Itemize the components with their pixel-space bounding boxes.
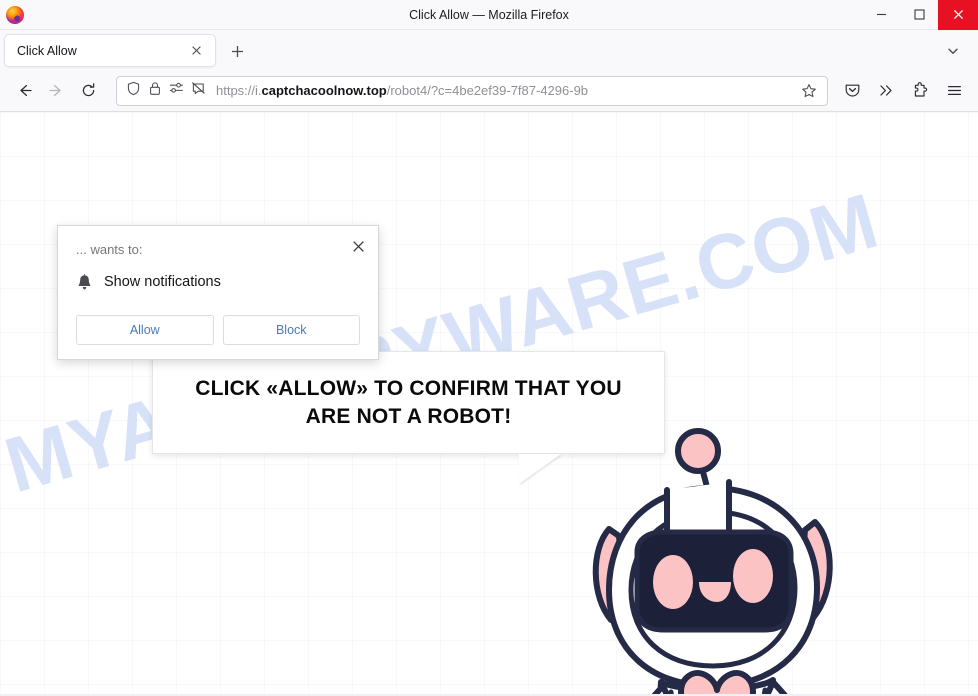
popup-origin-text: ... wants to: bbox=[76, 242, 143, 257]
browser-tab[interactable]: Click Allow bbox=[4, 34, 216, 67]
site-permissions-icon[interactable] bbox=[169, 82, 184, 100]
page-content: MYANTISPYWARE.COM CLICK «ALLOW» TO CONFI… bbox=[0, 112, 978, 694]
window-controls bbox=[862, 0, 978, 30]
speech-bubble-text: CLICK «ALLOW» TO CONFIRM THAT YOU ARE NO… bbox=[195, 376, 622, 428]
forward-button[interactable] bbox=[40, 75, 72, 107]
bookmark-star-icon[interactable] bbox=[797, 79, 821, 103]
url-path: /robot4/?c=4be2ef39-7f87-4296-9b bbox=[386, 83, 589, 98]
app-menu-hamburger-icon[interactable] bbox=[938, 75, 970, 107]
list-all-tabs-button[interactable] bbox=[940, 38, 966, 64]
notification-permission-popup: ... wants to: Show notifications Allow B… bbox=[57, 225, 379, 360]
navigation-toolbar: https://i.captchacoolnow.top/robot4/?c=4… bbox=[0, 70, 978, 112]
close-popup-icon[interactable] bbox=[348, 236, 368, 256]
notifications-blocked-icon[interactable] bbox=[191, 81, 206, 101]
speech-bubble-tail bbox=[519, 454, 561, 484]
overflow-chevron-icon[interactable] bbox=[870, 75, 902, 107]
toolbar-right-actions bbox=[836, 75, 970, 107]
firefox-logo-icon bbox=[6, 5, 24, 24]
tab-title: Click Allow bbox=[17, 43, 77, 58]
shield-icon[interactable] bbox=[126, 81, 141, 101]
tab-strip: Click Allow bbox=[0, 30, 978, 70]
pocket-icon[interactable] bbox=[836, 75, 868, 107]
back-button[interactable] bbox=[8, 75, 40, 107]
bell-icon bbox=[76, 273, 93, 291]
url-scheme: https:// bbox=[216, 83, 256, 98]
robot-mascot-illustration bbox=[585, 424, 847, 694]
window-title: Click Allow — Mozilla Firefox bbox=[409, 7, 569, 22]
block-button[interactable]: Block bbox=[222, 315, 360, 345]
address-bar-identity-box bbox=[126, 81, 206, 101]
title-bar: Click Allow — Mozilla Firefox bbox=[0, 0, 978, 30]
minimize-button[interactable] bbox=[862, 0, 900, 30]
maximize-button[interactable] bbox=[900, 0, 938, 30]
allow-button[interactable]: Allow bbox=[76, 315, 214, 345]
permission-request-label: Show notifications bbox=[104, 274, 221, 290]
reload-button[interactable] bbox=[72, 75, 104, 107]
close-window-button[interactable] bbox=[938, 0, 978, 30]
extensions-puzzle-icon[interactable] bbox=[904, 75, 936, 107]
url-text[interactable]: https://i.captchacoolnow.top/robot4/?c=4… bbox=[216, 83, 797, 98]
address-bar[interactable]: https://i.captchacoolnow.top/robot4/?c=4… bbox=[116, 75, 828, 106]
browser-window: Click Allow — Mozilla Firefox Click Allo… bbox=[0, 0, 978, 696]
url-host: captchacoolnow.top bbox=[261, 83, 387, 98]
close-tab-icon[interactable] bbox=[183, 38, 209, 64]
permission-request-row: Show notifications bbox=[76, 273, 360, 291]
new-tab-button[interactable] bbox=[224, 38, 250, 64]
popup-actions: Allow Block bbox=[76, 315, 360, 345]
lock-icon[interactable] bbox=[148, 81, 162, 101]
